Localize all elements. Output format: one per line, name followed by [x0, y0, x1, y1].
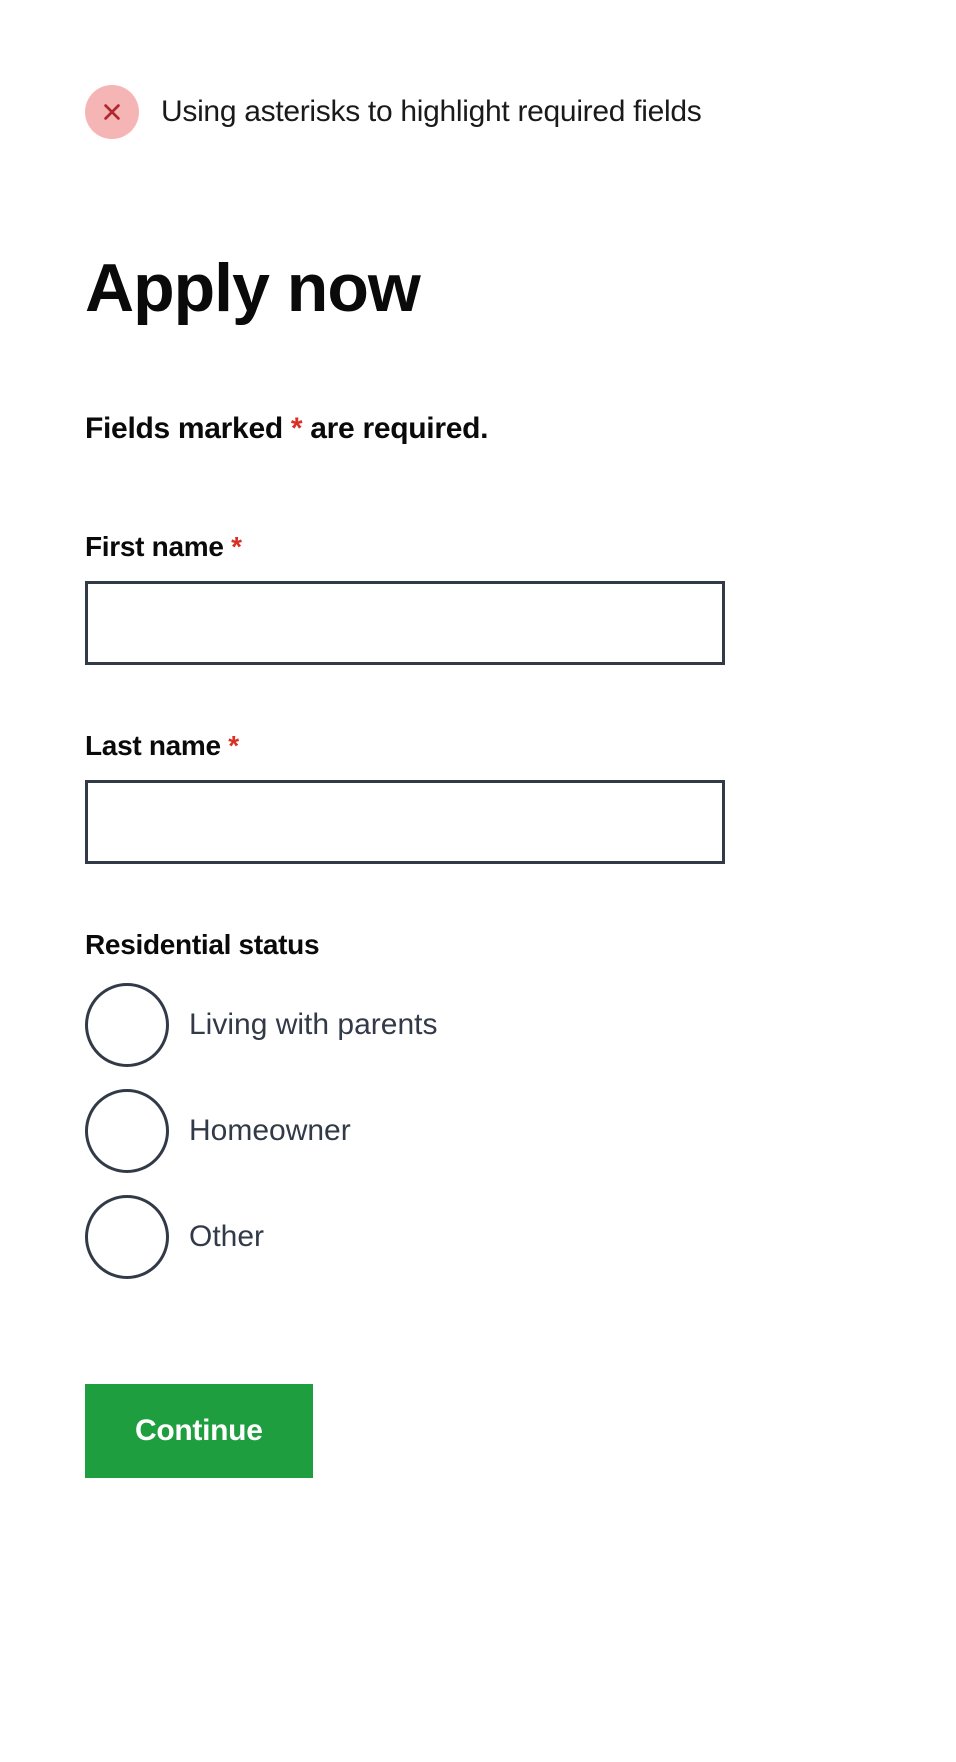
- radio-circle-icon: [85, 1195, 169, 1279]
- residential-status-options: Living with parents Homeowner Other: [85, 983, 871, 1279]
- radio-circle-icon: [85, 983, 169, 1067]
- close-icon: [85, 85, 139, 139]
- annotation-text: Using asterisks to highlight required fi…: [161, 95, 701, 129]
- first-name-label-text: First name: [85, 531, 231, 562]
- last-name-group: Last name *: [85, 730, 871, 864]
- residential-status-label: Residential status: [85, 929, 871, 961]
- annotation-bar: Using asterisks to highlight required fi…: [85, 85, 871, 139]
- last-name-input[interactable]: [85, 780, 725, 864]
- radio-label: Living with parents: [189, 1008, 437, 1042]
- continue-button[interactable]: Continue: [85, 1384, 313, 1478]
- first-name-input[interactable]: [85, 581, 725, 665]
- radio-circle-icon: [85, 1089, 169, 1173]
- required-note-prefix: Fields marked: [85, 412, 291, 445]
- last-name-label-text: Last name: [85, 730, 228, 761]
- last-name-asterisk: *: [228, 730, 239, 761]
- radio-label: Other: [189, 1220, 264, 1254]
- first-name-group: First name *: [85, 531, 871, 665]
- radio-item-living-with-parents[interactable]: Living with parents: [85, 983, 871, 1067]
- last-name-label: Last name *: [85, 730, 871, 762]
- required-asterisk: *: [291, 412, 302, 445]
- radio-item-other[interactable]: Other: [85, 1195, 871, 1279]
- required-fields-note: Fields marked * are required.: [85, 412, 871, 446]
- first-name-label: First name *: [85, 531, 871, 563]
- first-name-asterisk: *: [231, 531, 242, 562]
- radio-label: Homeowner: [189, 1114, 351, 1148]
- required-note-suffix: are required.: [302, 412, 488, 445]
- residential-status-group: Residential status Living with parents H…: [85, 929, 871, 1279]
- page-title: Apply now: [85, 249, 871, 327]
- radio-item-homeowner[interactable]: Homeowner: [85, 1089, 871, 1173]
